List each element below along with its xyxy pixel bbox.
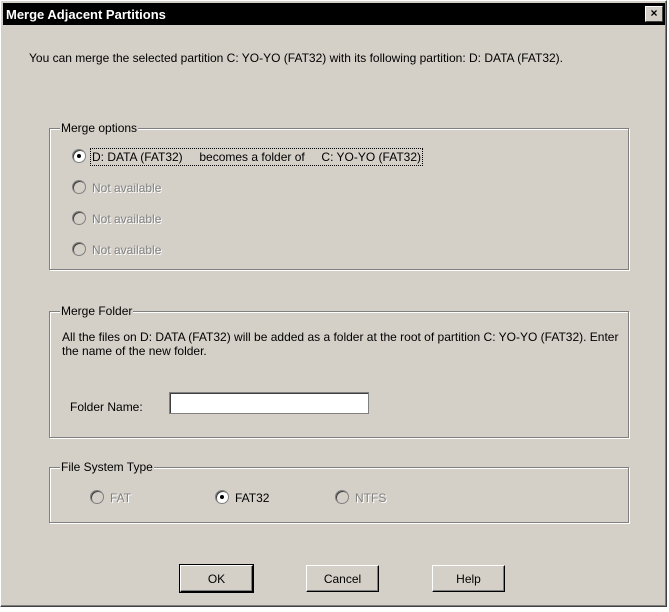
merge-option-3[interactable]: Not available [72, 211, 161, 227]
radio-icon [90, 490, 104, 504]
radio-icon [72, 180, 86, 194]
fs-option-fat32[interactable]: FAT32 [215, 490, 269, 506]
fs-option-fat32-label: FAT32 [235, 491, 270, 505]
cancel-button[interactable]: Cancel [306, 565, 379, 592]
radio-icon [215, 490, 229, 504]
merge-options-label: Merge options [60, 121, 139, 135]
merge-options-group: Merge options D: DATA (FAT32) becomes a … [49, 121, 629, 270]
folder-name-label: Folder Name: [70, 400, 143, 414]
radio-icon [72, 149, 86, 163]
radio-selected-dot [77, 154, 81, 158]
file-system-type-label: File System Type [60, 460, 154, 474]
radio-icon [72, 211, 86, 225]
merge-option-4[interactable]: Not available [72, 242, 161, 258]
merge-folder-description: All the files on D: DATA (FAT32) will be… [62, 330, 619, 358]
window-title: Merge Adjacent Partitions [6, 7, 166, 22]
merge-option-1-label: D: DATA (FAT32) becomes a folder of C: Y… [90, 148, 423, 166]
intro-text: You can merge the selected partition C: … [29, 51, 563, 65]
title-bar: Merge Adjacent Partitions × [3, 3, 665, 25]
merge-option-2[interactable]: Not available [72, 180, 161, 196]
merge-folder-label: Merge Folder [60, 304, 134, 318]
folder-name-input[interactable] [169, 392, 369, 414]
file-system-type-group: File System Type FAT FAT32 NTFS [49, 460, 629, 523]
close-button[interactable]: × [645, 6, 663, 22]
merge-option-3-label: Not available [92, 212, 162, 226]
radio-icon [72, 242, 86, 256]
radio-selected-dot [220, 495, 224, 499]
ok-button[interactable]: OK [179, 564, 254, 593]
merge-option-1[interactable]: D: DATA (FAT32) becomes a folder of C: Y… [72, 148, 423, 166]
merge-option-4-label: Not available [92, 243, 162, 257]
radio-icon [335, 490, 349, 504]
help-button[interactable]: Help [432, 565, 505, 592]
merge-option-2-label: Not available [92, 181, 162, 195]
fs-option-fat-label: FAT [110, 491, 132, 505]
merge-folder-group: Merge Folder All the files on D: DATA (F… [49, 304, 629, 438]
fs-option-fat[interactable]: FAT [90, 490, 131, 506]
merge-dialog: Merge Adjacent Partitions × You can merg… [0, 0, 667, 607]
fs-option-ntfs-label: NTFS [355, 491, 387, 505]
fs-option-ntfs[interactable]: NTFS [335, 490, 386, 506]
